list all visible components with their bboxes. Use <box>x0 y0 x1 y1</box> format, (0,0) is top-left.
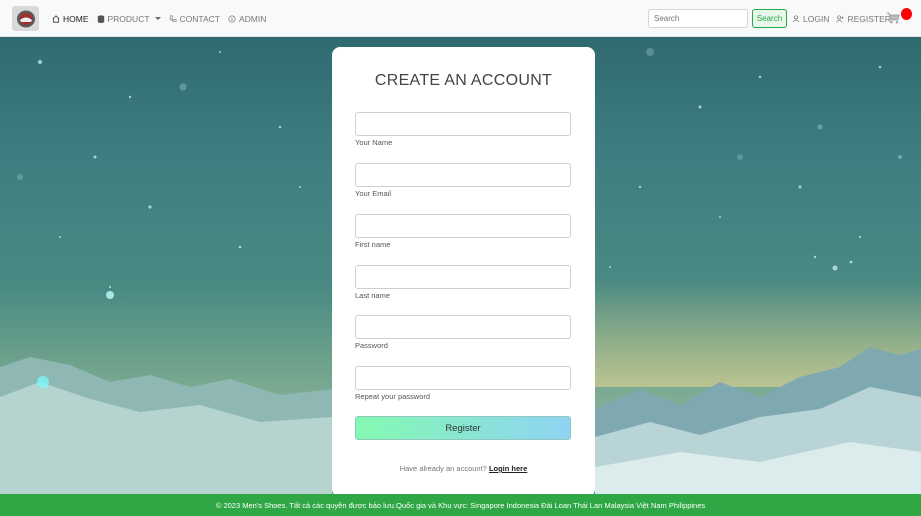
home-icon <box>52 14 60 23</box>
nav-product-dropdown[interactable]: PRODUCT <box>97 14 161 24</box>
register-link[interactable]: REGISTER <box>836 13 891 24</box>
login-label: LOGIN <box>803 13 830 24</box>
name-label: Your Name <box>355 138 393 147</box>
account-nav: LOGIN REGISTER <box>792 0 891 37</box>
nav-home[interactable]: HOME <box>52 14 89 24</box>
cart-icon[interactable] <box>886 12 900 24</box>
user-plus-icon <box>836 14 845 22</box>
login-prompt: Have already an account? Login here <box>332 464 595 473</box>
caret-down-icon <box>154 17 161 20</box>
database-icon <box>97 14 104 23</box>
info-icon <box>228 14 236 23</box>
email-label: Your Email <box>355 189 391 198</box>
register-card: CREATE AN ACCOUNT Your Name Your Email F… <box>332 47 595 497</box>
nav-contact-label: CONTACT <box>179 13 220 24</box>
first-name-input[interactable] <box>355 214 571 238</box>
email-field-group: Your Email <box>355 163 571 198</box>
user-icon <box>792 14 800 22</box>
repeat-password-input[interactable] <box>355 366 571 390</box>
login-link[interactable]: LOGIN <box>792 14 829 24</box>
register-label: REGISTER <box>847 13 891 24</box>
name-field-group: Your Name <box>355 112 571 147</box>
first-name-label: First name <box>355 240 391 249</box>
password-field-group: Password <box>355 315 571 350</box>
login-prompt-text: Have already an account? <box>399 464 487 473</box>
email-input[interactable] <box>355 163 571 187</box>
main-nav: HOME PRODUCT CONTACT ADMIN <box>52 0 266 37</box>
nav-admin-label: ADMIN <box>238 13 267 24</box>
last-name-input[interactable] <box>355 265 571 289</box>
login-here-link[interactable]: Login here <box>489 464 527 473</box>
repeat-password-field-group: Repeat your password <box>355 366 571 401</box>
navbar: HOME PRODUCT CONTACT ADMIN Search LOGIN … <box>0 0 921 37</box>
search-button[interactable]: Search <box>752 9 787 28</box>
first-name-field-group: First name <box>355 214 571 249</box>
name-input[interactable] <box>355 112 571 136</box>
last-name-label: Last name <box>355 291 391 300</box>
search-input[interactable] <box>648 9 748 28</box>
footer: © 2023 Men's Shoes. Tất cả các quyền đượ… <box>0 494 921 516</box>
last-name-field-group: Last name <box>355 265 571 300</box>
cart-count-badge <box>901 8 912 20</box>
nav-product-label: PRODUCT <box>107 13 150 24</box>
nav-home-label: HOME <box>63 13 89 24</box>
nav-contact[interactable]: CONTACT <box>169 14 220 24</box>
repeat-password-label: Repeat your password <box>355 392 431 401</box>
form-title: CREATE AN ACCOUNT <box>374 72 553 89</box>
nav-admin[interactable]: ADMIN <box>228 14 266 24</box>
phone-icon <box>169 14 177 22</box>
footer-text: © 2023 Men's Shoes. Tất cả các quyền đượ… <box>215 500 706 510</box>
password-input[interactable] <box>355 315 571 339</box>
register-button[interactable]: Register <box>355 416 571 440</box>
shop-logo[interactable] <box>12 6 39 31</box>
password-label: Password <box>355 341 388 350</box>
